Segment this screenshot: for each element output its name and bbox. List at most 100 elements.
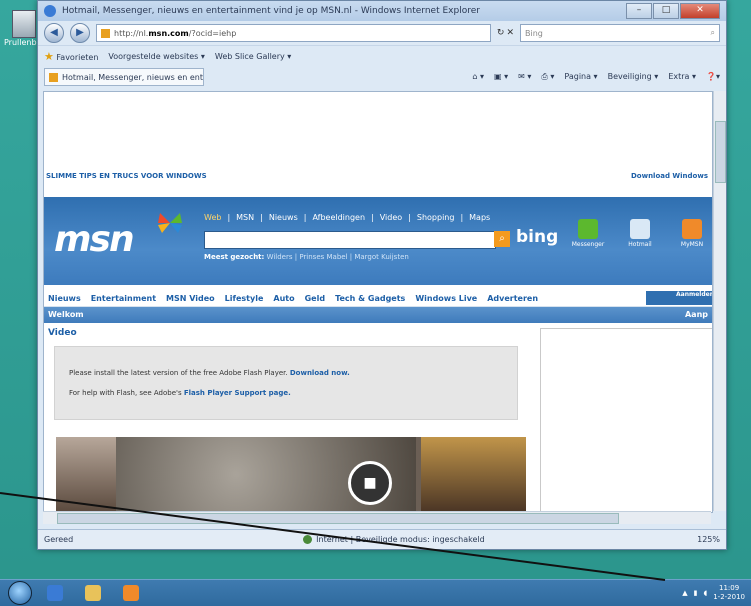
scope-maps[interactable]: Maps [469,213,490,222]
msn-search-button[interactable]: ⌕ [494,231,510,247]
back-button[interactable]: ◀ [44,23,64,43]
cat-auto[interactable]: Auto [273,294,294,303]
minimize-button[interactable]: – [626,3,652,19]
popular-searches: Meest gezocht: Wilders | Prinses Mabel |… [204,253,409,261]
cat-geld[interactable]: Geld [305,294,325,303]
star-icon: ★ [44,49,54,63]
cat-entertainment[interactable]: Entertainment [91,294,156,303]
scope-video[interactable]: Video [380,213,402,222]
suggested-sites-button[interactable]: Voorgestelde websites ▾ [108,52,205,61]
horizontal-scroll-thumb[interactable] [57,513,619,524]
msn-search-input[interactable] [204,231,496,249]
cat-windows-live[interactable]: Windows Live [415,294,477,303]
address-prefix: http://nl. [114,28,149,38]
popular-label: Meest gezocht: [204,253,265,261]
command-bar: ⌂ ▾ ▣ ▾ ✉ ▾ ⎙ ▾ Pagina ▾ Beveiliging ▾ E… [472,72,720,82]
clock-date: 1-2-2010 [713,593,745,601]
flash-text-2: For help with Flash, see Adobe's [69,389,182,397]
search-scope-links: Web | MSN | Nieuws | Afbeeldingen | Video | S… [204,213,491,222]
tab-favicon-icon [49,72,58,82]
cat-lifestyle[interactable]: Lifestyle [225,294,264,303]
media-player-icon [123,585,139,601]
zoom-level[interactable]: 125% [697,535,720,544]
mail-button[interactable]: ✉ ▾ [518,72,531,82]
horizontal-scrollbar[interactable] [43,511,711,524]
stop-button[interactable]: ✕ [506,28,514,38]
taskbar-media[interactable] [114,582,148,604]
help-button[interactable]: ❓▾ [706,72,720,82]
scope-afbeeldingen[interactable]: Afbeeldingen [312,213,365,222]
video-thumbnail[interactable] [56,437,116,512]
close-button[interactable]: ✕ [680,3,720,19]
cat-tech[interactable]: Tech & Gadgets [335,294,405,303]
search-icon[interactable]: ⌕ [711,28,715,38]
tips-link[interactable]: SLIMME TIPS EN TRUCS VOOR WINDOWS [46,172,207,180]
address-host: msn.com [148,28,189,38]
tab-label: Hotmail, Messenger, nieuws en enterta... [62,72,204,82]
video-thumbnail[interactable] [421,437,526,512]
forward-button[interactable]: ▶ [70,23,90,43]
security-zone[interactable]: Internet | Beveiligde modus: ingeschakel… [303,535,485,544]
page-content: SLIMME TIPS EN TRUCS VOOR WINDOWS Downlo… [43,91,713,513]
video-heading: Video [48,328,77,338]
favorites-button[interactable]: ★ Favorieten [44,50,98,63]
butterfly-icon [158,213,182,233]
msn-logo[interactable]: msn [54,219,135,260]
flash-text-1: Please install the latest version of the… [69,369,288,377]
messenger-shortcut[interactable]: Messenger [568,219,608,248]
bing-logo: bing [516,227,559,247]
clock[interactable]: 11:09 1-2-2010 [713,584,745,602]
search-box[interactable]: Bing ⌕ [520,24,720,42]
customize-link[interactable]: Aanp [685,310,708,319]
vertical-scroll-thumb[interactable] [715,121,726,183]
tab-row: Hotmail, Messenger, nieuws en enterta...… [38,66,726,88]
sign-in-button[interactable]: Aanmelden [646,291,712,305]
mymsn-icon [682,219,702,239]
vertical-scrollbar[interactable] [713,91,726,511]
messenger-label: Messenger [571,241,605,248]
cat-adverteren[interactable]: Adverteren [487,294,538,303]
feeds-button[interactable]: ▣ ▾ [494,72,508,82]
favorites-bar: ★ Favorieten Voorgestelde websites ▾ Web… [38,45,726,66]
volume-icon[interactable]: ◖ [704,589,708,597]
taskbar-explorer[interactable] [76,582,110,604]
popular-items[interactable]: Wilders | Prinses Mabel | Margot Kuijste… [267,253,409,261]
maximize-button[interactable]: □ [653,3,679,19]
welcome-bar: Welkom Aanp [44,307,712,323]
mymsn-shortcut[interactable]: MyMSN [672,219,712,248]
flash-notice: Please install the latest version of the… [54,346,518,420]
scope-nieuws[interactable]: Nieuws [269,213,298,222]
page-menu[interactable]: Pagina ▾ [564,72,597,82]
status-bar: Gereed Internet | Beveiligde modus: inge… [38,529,726,549]
search-placeholder: Bing [525,28,543,38]
category-nav: Nieuws Entertainment MSN Video Lifestyle… [44,290,712,307]
ie-window: Hotmail, Messenger, nieuws en entertainm… [37,0,727,550]
refresh-button[interactable]: ↻ [497,28,505,38]
scope-web[interactable]: Web [204,213,221,222]
cat-nieuws[interactable]: Nieuws [48,294,81,303]
download-flash-link[interactable]: Download now. [290,369,350,377]
mymsn-label: MyMSN [680,241,704,248]
address-bar[interactable]: http://nl. msn.com /?ocid=iehp [96,24,491,42]
safety-menu[interactable]: Beveiliging ▾ [608,72,659,82]
ie-logo-icon [44,5,56,17]
print-button[interactable]: ⎙ ▾ [541,72,554,82]
video-camera-icon[interactable]: ■ [348,461,392,505]
network-icon[interactable]: ▮ [694,589,698,597]
tray-up-arrow-icon[interactable]: ▲ [682,589,687,597]
tools-menu[interactable]: Extra ▾ [668,72,696,82]
ad-panel [540,328,712,512]
home-button[interactable]: ⌂ ▾ [472,72,484,82]
scope-shopping[interactable]: Shopping [417,213,455,222]
download-windows-link[interactable]: Download Windows [631,172,708,180]
hotmail-shortcut[interactable]: Hotmail [620,219,660,248]
scope-msn[interactable]: MSN [236,213,254,222]
cat-msn-video[interactable]: MSN Video [166,294,215,303]
flash-support-link[interactable]: Flash Player Support page. [184,389,291,397]
taskbar-ie[interactable] [38,582,72,604]
tab-msn[interactable]: Hotmail, Messenger, nieuws en enterta... [44,68,204,86]
system-tray: ▲ ▮ ◖ 11:09 1-2-2010 [682,584,751,602]
web-slice-gallery-button[interactable]: Web Slice Gallery ▾ [215,52,291,61]
title-bar[interactable]: Hotmail, Messenger, nieuws en entertainm… [38,1,726,21]
start-button[interactable] [8,581,32,605]
